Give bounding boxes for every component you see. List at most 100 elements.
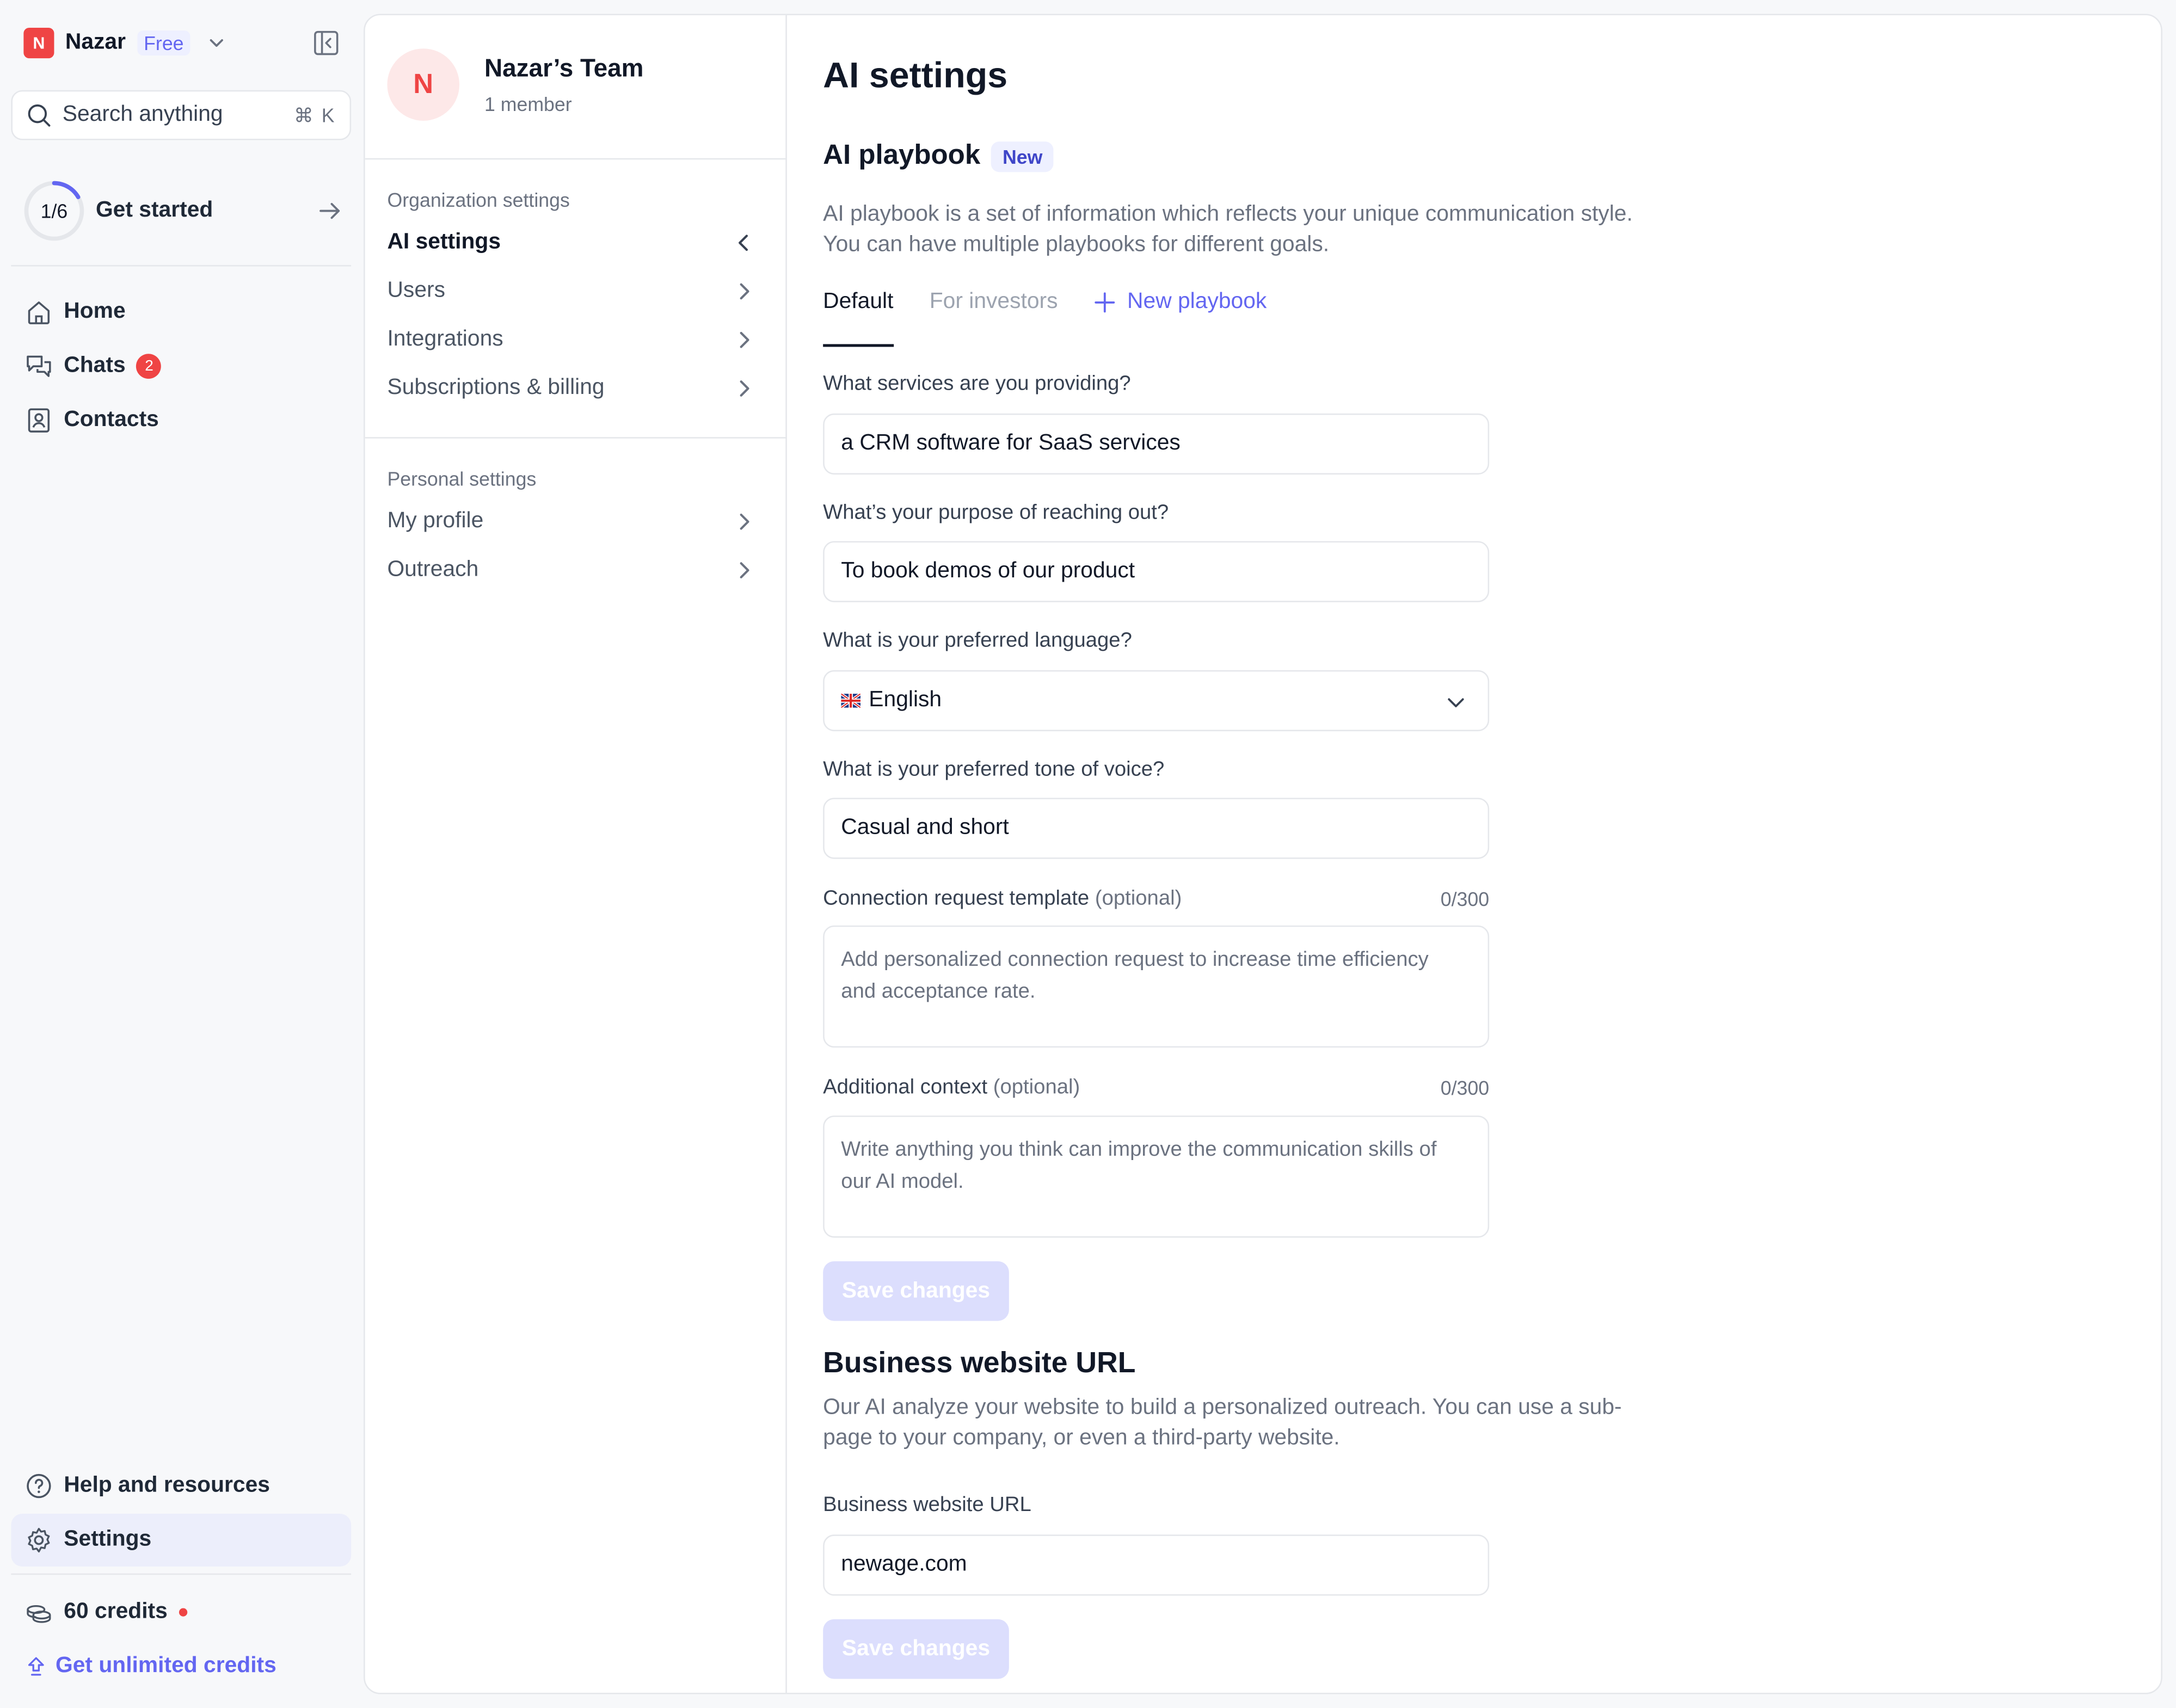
website-url-value: newage.com bbox=[841, 1552, 967, 1576]
settings-item-label: AI settings bbox=[387, 230, 501, 254]
services-input[interactable]: a CRM software for SaaS services bbox=[823, 413, 1490, 475]
sidebar-divider bbox=[11, 265, 352, 267]
purpose-value: To book demos of our product bbox=[841, 559, 1135, 583]
playbook-description-line: You can have multiple playbooks for diff… bbox=[823, 233, 1330, 257]
optional-hint: (optional) bbox=[1095, 886, 1182, 910]
connection-template-textarea[interactable]: Add personalized connection request to i… bbox=[823, 925, 1490, 1048]
group-title: Organization settings bbox=[387, 188, 570, 211]
chevron-down-icon bbox=[1448, 698, 1464, 707]
language-value: English bbox=[869, 688, 942, 712]
sidebar-item-settings[interactable]: Settings bbox=[11, 1514, 352, 1567]
coins-icon bbox=[27, 1605, 51, 1623]
language-label: What is your preferred language? bbox=[823, 628, 1132, 652]
playbook-description: AI playbook is a set of information whic… bbox=[823, 200, 1683, 261]
search-icon bbox=[28, 104, 51, 127]
services-value: a CRM software for SaaS services bbox=[841, 431, 1181, 455]
chevron-right-icon bbox=[740, 379, 749, 396]
settings-item-outreach[interactable]: Outreach bbox=[387, 545, 765, 594]
connection-template-counter: 0/300 bbox=[1440, 888, 1490, 910]
notification-dot bbox=[179, 1608, 187, 1617]
settings-card: N Nazar’s Team 1 member Organization set… bbox=[364, 14, 2162, 1694]
tone-value: Casual and short bbox=[841, 816, 1009, 840]
get-started-label: Get started bbox=[95, 198, 213, 222]
new-badge: New bbox=[991, 140, 1054, 171]
new-playbook-label: New playbook bbox=[1127, 289, 1267, 314]
website-url-input[interactable]: newage.com bbox=[823, 1534, 1490, 1596]
additional-context-textarea[interactable]: Write anything you think can improve the… bbox=[823, 1115, 1490, 1238]
plan-badge: Free bbox=[137, 30, 191, 56]
save-website-button[interactable]: Save changes bbox=[823, 1619, 1009, 1679]
tone-input[interactable]: Casual and short bbox=[823, 798, 1490, 859]
get-started-button[interactable]: 1/6 Get started bbox=[23, 181, 343, 242]
arrow-right-icon bbox=[319, 202, 340, 219]
website-section-description: Our AI analyze your website to build a p… bbox=[823, 1393, 1656, 1454]
sidebar: N Nazar Free Search anything ⌘ K 1/6 Get… bbox=[0, 0, 364, 1708]
home-icon bbox=[28, 301, 50, 324]
settings-item-integrations[interactable]: Integrations bbox=[387, 315, 765, 363]
sidebar-divider bbox=[11, 1573, 352, 1575]
additional-context-label: Additional context (optional) bbox=[823, 1075, 1080, 1099]
credits-label: 60 credits bbox=[64, 1600, 168, 1624]
playbook-title: AI playbook bbox=[823, 140, 981, 171]
additional-context-label-text: Additional context bbox=[823, 1075, 988, 1099]
settings-item-billing[interactable]: Subscriptions & billing bbox=[387, 363, 765, 412]
onboarding-progress-ring: 1/6 bbox=[23, 181, 84, 242]
app-root: N Nazar Free Search anything ⌘ K 1/6 Get… bbox=[0, 0, 2176, 1708]
page-title: AI settings bbox=[823, 54, 1008, 96]
contacts-icon bbox=[28, 408, 50, 433]
website-url-label: Business website URL bbox=[823, 1493, 1031, 1517]
settings-nav: N Nazar’s Team 1 member Organization set… bbox=[365, 15, 787, 1693]
workspace-switcher[interactable]: N Nazar Free bbox=[23, 25, 226, 61]
upgrade-icon bbox=[28, 1657, 44, 1676]
playbook-description-line: AI playbook is a set of information whic… bbox=[823, 202, 1633, 226]
ai-settings-content: AI settings AI playbook New AI playbook … bbox=[823, 15, 2128, 1693]
sidebar-item-label: Contacts bbox=[64, 408, 159, 432]
search-shortcut: ⌘ K bbox=[294, 103, 336, 126]
textarea-placeholder-line: Add personalized connection request to i… bbox=[841, 947, 1429, 971]
website-description-line: page to your company, or even a third-pa… bbox=[823, 1426, 1340, 1450]
playbook-header: AI playbook New bbox=[823, 140, 1054, 172]
textarea-placeholder-line: Write anything you think can improve the… bbox=[841, 1138, 1437, 1162]
new-playbook-button[interactable]: New playbook bbox=[1094, 287, 1267, 347]
settings-item-label: My profile bbox=[387, 508, 484, 532]
sidebar-item-home[interactable]: Home bbox=[11, 286, 351, 338]
additional-context-counter: 0/300 bbox=[1440, 1076, 1490, 1099]
settings-item-ai-settings[interactable]: AI settings bbox=[387, 218, 765, 266]
settings-item-label: Integrations bbox=[387, 326, 503, 350]
purpose-label: What’s your purpose of reaching out? bbox=[823, 501, 1169, 525]
connection-template-label: Connection request template (optional) bbox=[823, 886, 1182, 910]
search-input[interactable]: Search anything ⌘ K bbox=[11, 90, 352, 140]
save-changes-button[interactable]: Save changes bbox=[823, 1261, 1009, 1321]
collapse-sidebar-icon[interactable] bbox=[314, 30, 339, 56]
sidebar-item-contacts[interactable]: Contacts bbox=[11, 394, 351, 447]
sidebar-item-label: Settings bbox=[64, 1527, 152, 1551]
sidebar-item-label: Home bbox=[64, 299, 126, 324]
purpose-input[interactable]: To book demos of our product bbox=[823, 541, 1490, 602]
settings-item-label: Subscriptions & billing bbox=[387, 375, 605, 399]
settings-item-my-profile[interactable]: My profile bbox=[387, 497, 765, 545]
tone-label: What is your preferred tone of voice? bbox=[823, 757, 1165, 781]
chevron-right-icon bbox=[740, 331, 749, 348]
tab-default[interactable]: Default bbox=[823, 287, 893, 347]
language-select[interactable]: English bbox=[823, 670, 1490, 731]
sidebar-item-help[interactable]: Help and resources bbox=[11, 1460, 351, 1513]
team-name: Nazar’s Team bbox=[484, 54, 644, 82]
onboarding-progress-text: 1/6 bbox=[40, 200, 68, 222]
workspace-name: Nazar bbox=[65, 30, 126, 54]
tab-for-investors[interactable]: For investors bbox=[930, 287, 1058, 347]
sidebar-item-chats[interactable]: Chats 2 bbox=[11, 340, 351, 393]
primary-nav: Home Chats 2 Contacts bbox=[11, 286, 351, 448]
settings-item-users[interactable]: Users bbox=[387, 267, 765, 315]
chevron-right-icon bbox=[740, 282, 749, 299]
workspace-avatar: N bbox=[23, 28, 54, 59]
team-avatar: N bbox=[387, 48, 460, 121]
chevron-right-icon bbox=[740, 513, 749, 529]
plus-icon bbox=[1095, 292, 1115, 313]
group-title: Personal settings bbox=[387, 467, 537, 490]
optional-hint: (optional) bbox=[993, 1075, 1080, 1099]
settings-nav-divider bbox=[365, 437, 787, 439]
chat-icon bbox=[27, 355, 51, 377]
get-unlimited-credits-link[interactable]: Get unlimited credits bbox=[25, 1651, 276, 1682]
team-member-count: 1 member bbox=[484, 93, 572, 115]
credits-balance[interactable]: 60 credits bbox=[25, 1596, 187, 1629]
